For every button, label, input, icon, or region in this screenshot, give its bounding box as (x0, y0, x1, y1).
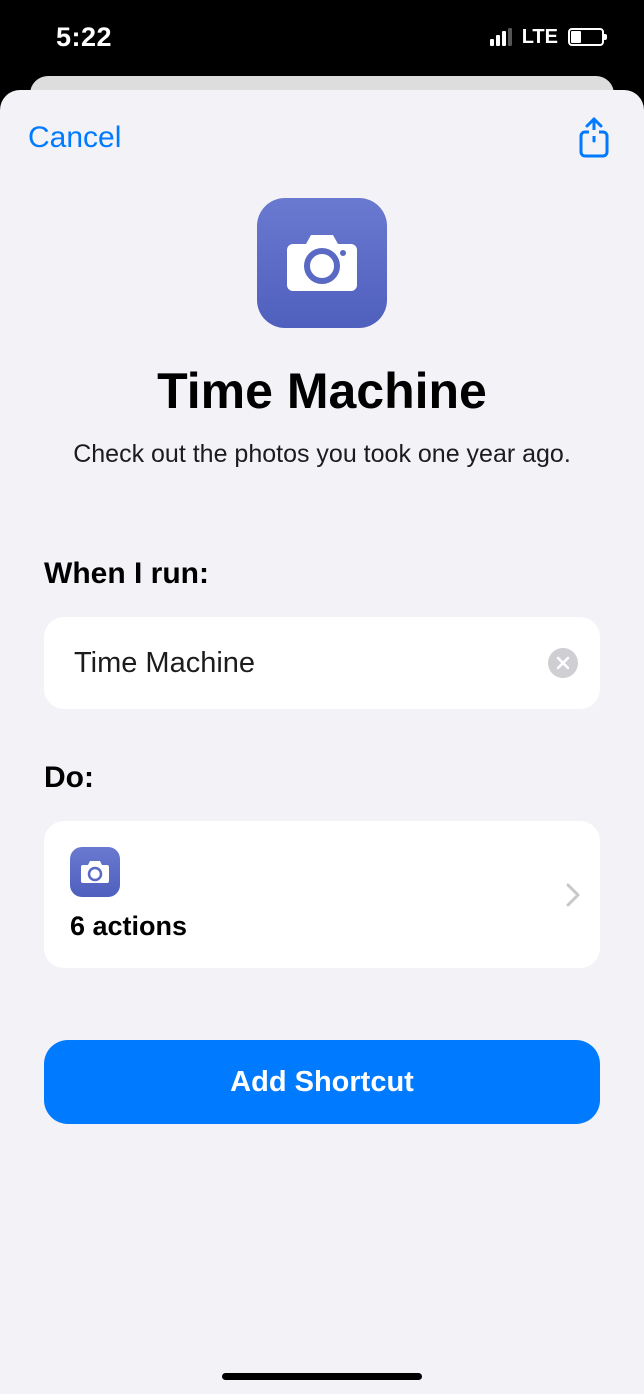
do-card[interactable]: 6 actions (44, 821, 600, 968)
clear-button[interactable] (548, 648, 578, 678)
shortcut-small-icon (70, 847, 120, 897)
cancel-button[interactable]: Cancel (28, 121, 121, 155)
share-button[interactable] (572, 116, 616, 160)
shortcut-title: Time Machine (157, 362, 487, 420)
close-icon (556, 656, 570, 670)
hero: Time Machine Check out the photos you to… (0, 160, 644, 469)
sheet-header: Cancel (0, 90, 644, 160)
shortcut-app-icon (257, 198, 387, 328)
when-card[interactable]: Time Machine (44, 617, 600, 709)
shortcut-subtitle: Check out the photos you took one year a… (73, 440, 571, 469)
home-indicator[interactable] (222, 1373, 422, 1380)
status-time: 5:22 (56, 22, 112, 53)
battery-icon (568, 28, 604, 46)
status-bar: 5:22 LTE (0, 0, 644, 74)
when-value: Time Machine (74, 647, 255, 680)
share-icon (576, 117, 612, 159)
do-section: Do: 6 actions (0, 761, 644, 968)
do-label: Do: (44, 761, 600, 795)
camera-icon (285, 233, 359, 293)
camera-icon (80, 860, 110, 884)
network-label: LTE (522, 26, 558, 49)
status-indicators: LTE (490, 26, 604, 49)
modal-sheet: Cancel Time Machine Check out the photos… (0, 90, 644, 1394)
actions-count: 6 actions (70, 911, 187, 942)
do-card-content: 6 actions (70, 847, 187, 942)
chevron-right-icon (566, 883, 580, 907)
add-shortcut-button[interactable]: Add Shortcut (44, 1040, 600, 1124)
signal-icon (490, 28, 512, 46)
when-label: When I run: (44, 557, 600, 591)
when-section: When I run: Time Machine (0, 557, 644, 709)
